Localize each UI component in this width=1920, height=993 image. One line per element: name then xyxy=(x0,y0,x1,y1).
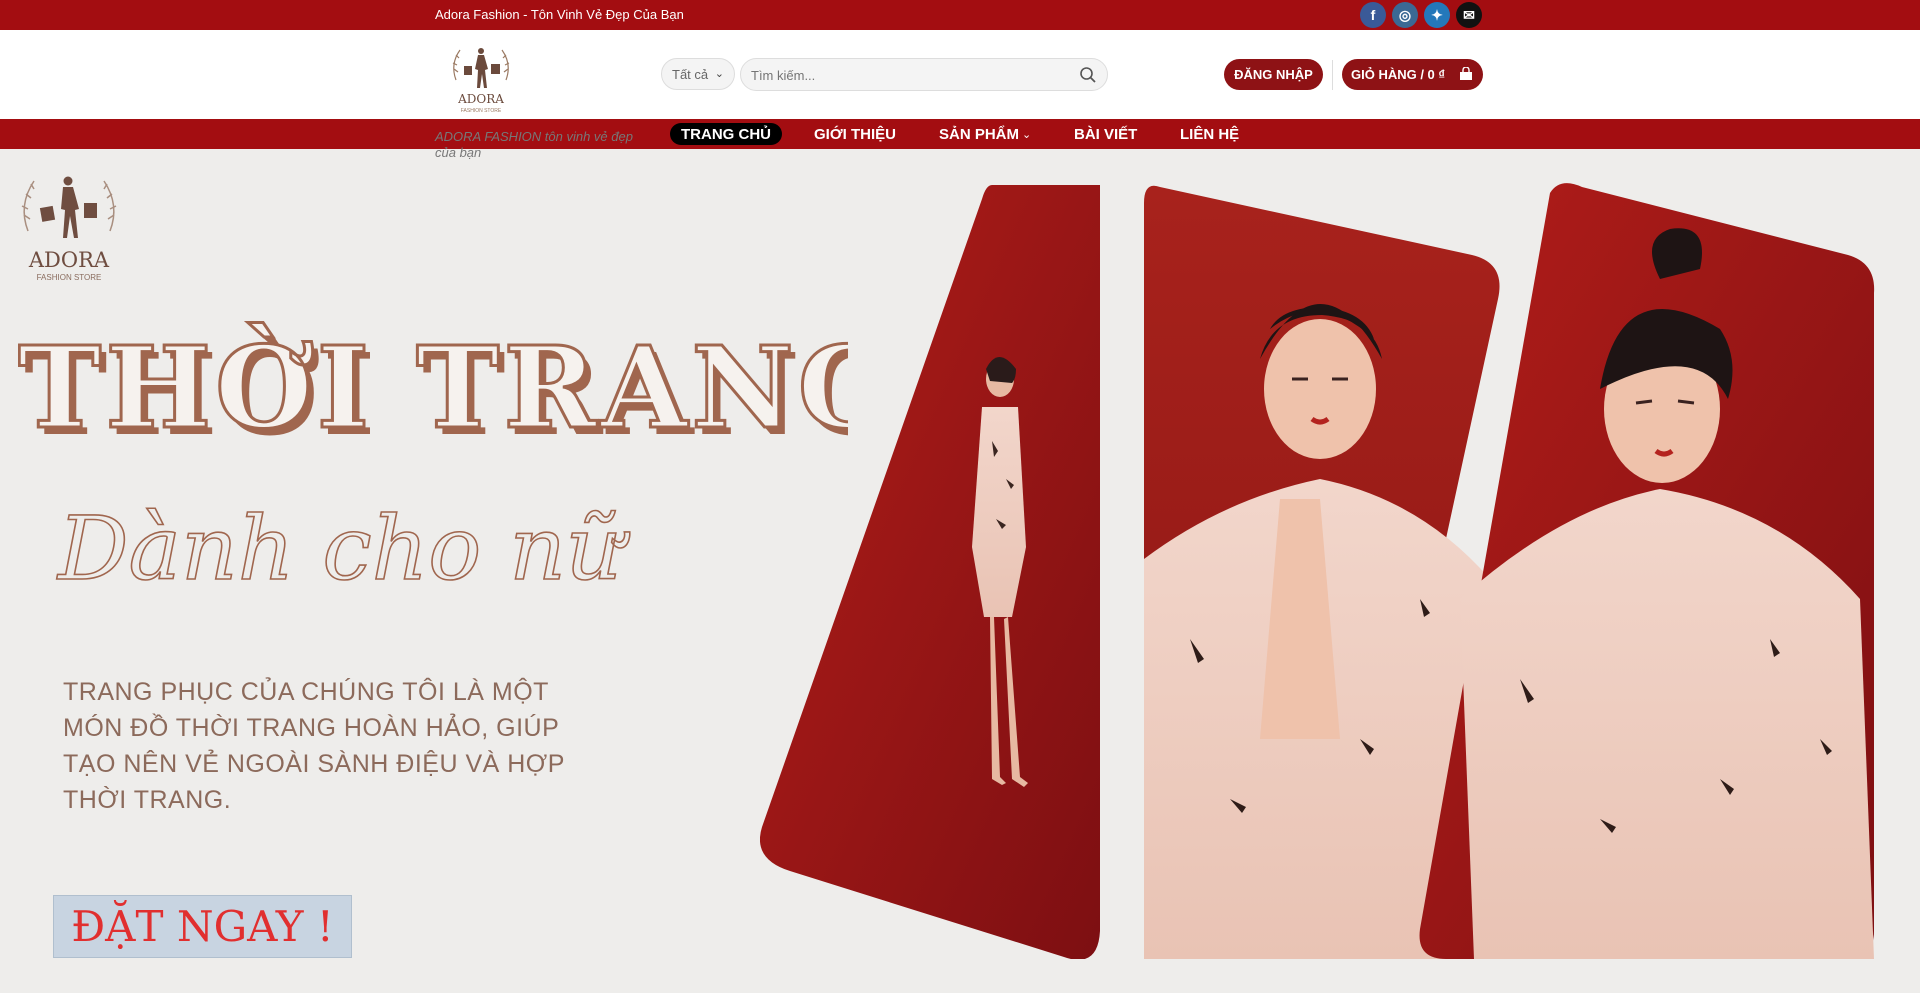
search-box xyxy=(740,58,1108,91)
nav-item-blog[interactable]: BÀI VIẾT xyxy=(1063,123,1148,145)
search-icon[interactable] xyxy=(1079,66,1097,84)
nav-item-products[interactable]: SẢN PHẨM ⌄ xyxy=(928,123,1042,145)
category-select[interactable]: Tất cả ⌄ xyxy=(661,58,735,90)
hero-script-line: Dành cho nữ xyxy=(56,497,630,600)
logo-sub: FASHION STORE xyxy=(461,108,502,114)
shopping-bag-icon xyxy=(1460,67,1472,80)
instagram-icon[interactable]: ◎ xyxy=(1392,2,1418,28)
facebook-icon[interactable]: f xyxy=(1360,2,1386,28)
hero-photo-1 xyxy=(760,185,1100,959)
main-nav: TRANG CHỦ GIỚI THIỆU SẢN PHẨM ⌄ BÀI VIẾT… xyxy=(0,119,1920,149)
cart-label: GIỎ HÀNG / 0 ₫ xyxy=(1351,67,1446,82)
cart-button[interactable]: GIỎ HÀNG / 0 ₫ xyxy=(1342,59,1483,90)
header-divider xyxy=(1332,60,1333,90)
site-header: ADORA FASHION STORE Tất cả ⌄ ĐĂNG NHẬP G… xyxy=(0,30,1920,119)
hero-description: TRANG PHỤC CỦA CHÚNG TÔI LÀ MỘT MÓN ĐỒ T… xyxy=(63,678,565,814)
search-input[interactable] xyxy=(751,65,1071,85)
chevron-down-icon: ⌄ xyxy=(1022,128,1032,141)
chevron-down-icon: ⌄ xyxy=(714,68,724,80)
logo-brand: ADORA xyxy=(457,92,504,106)
hero-photo-collage xyxy=(760,183,1875,959)
nav-item-products-label: SẢN PHẨM xyxy=(939,125,1020,143)
top-tagline: Adora Fashion - Tôn Vinh Vẻ Đẹp Của Bạn xyxy=(435,7,684,22)
order-now-button[interactable]: ĐẶT NGAY ! xyxy=(53,895,352,958)
nav-item-about[interactable]: GIỚI THIỆU xyxy=(803,123,907,145)
top-bar: Adora Fashion - Tôn Vinh Vẻ Đẹp Của Bạn … xyxy=(0,0,1920,30)
nav-item-home[interactable]: TRANG CHỦ xyxy=(670,123,782,145)
site-logo[interactable]: ADORA FASHION STORE xyxy=(446,42,516,117)
category-select-value: Tất cả xyxy=(672,66,709,82)
twitter-icon[interactable]: ✦ xyxy=(1424,2,1450,28)
hero-headline: THỜI TRANG xyxy=(18,322,848,454)
hero-title-graphic: THỜI TRANG THỜI TRANG Dành cho nữ xyxy=(18,321,848,601)
hero-logo-sub: FASHION STORE xyxy=(37,273,102,282)
hero-logo-brand: ADORA xyxy=(28,248,110,272)
email-icon[interactable]: ✉ xyxy=(1456,2,1482,28)
login-button[interactable]: ĐĂNG NHẬP xyxy=(1224,59,1323,90)
nav-item-contact[interactable]: LIÊN HỆ xyxy=(1169,123,1250,145)
hero-banner[interactable]: ADORA FASHION STORE THỜI TRANG THỜI TRAN… xyxy=(0,149,1920,993)
site-slogan: ADORA FASHION tôn vinh vẻ đẹp của bạn xyxy=(435,129,633,160)
hero-logo: ADORA FASHION STORE xyxy=(14,169,124,291)
